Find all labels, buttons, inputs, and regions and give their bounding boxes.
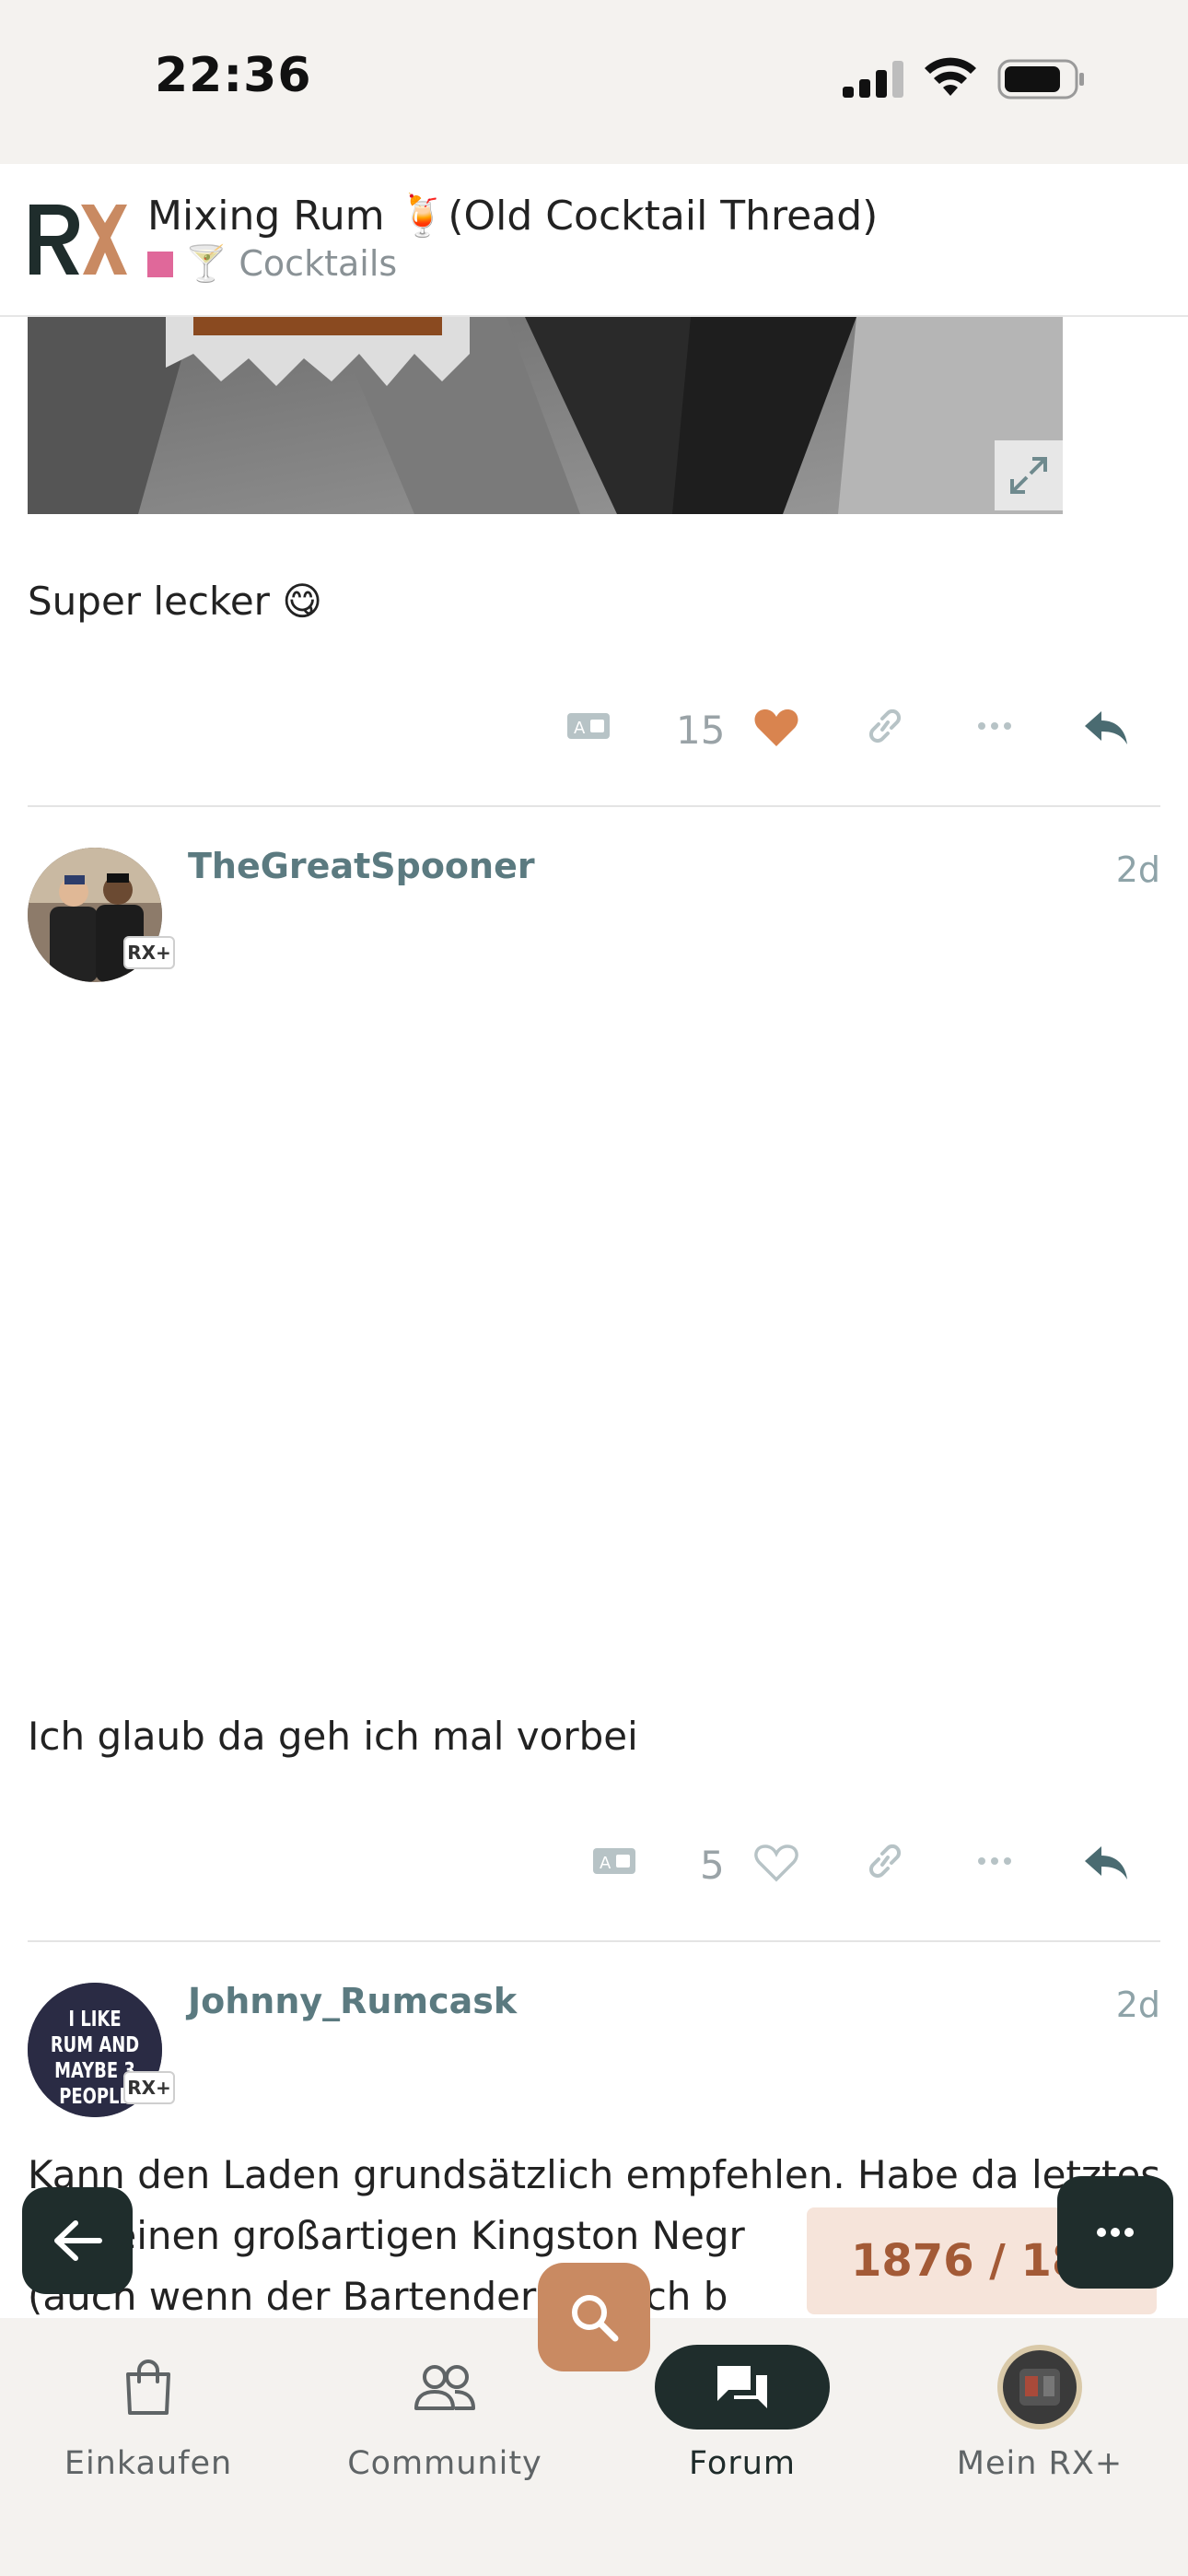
tab-mein-rx[interactable]: Mein RX+ [891, 2318, 1188, 2502]
rx-plus-badge: RX+ [123, 2071, 175, 2104]
expand-image-button[interactable] [995, 440, 1063, 510]
username[interactable]: Johnny_Rumcask [188, 1981, 517, 2021]
topic-category[interactable]: 🍸 Cocktails [147, 243, 397, 285]
tab-einkaufen[interactable]: Einkaufen [0, 2318, 297, 2502]
wifi-icon [925, 57, 976, 96]
heart-outline-icon [754, 1844, 798, 1882]
post-actions: A 5 [0, 1826, 1188, 1900]
reply-icon [1085, 1846, 1127, 1879]
profile-avatar-icon [997, 2345, 1082, 2430]
like-count-text: 5 [700, 1843, 725, 1888]
post-actions: A 15 [0, 691, 1188, 765]
cocktail-photo [28, 317, 1063, 514]
translate-button[interactable]: A [565, 708, 611, 744]
link-icon [868, 708, 902, 744]
search-button[interactable] [538, 2263, 650, 2371]
active-tab-pill [655, 2345, 830, 2430]
share-link-button[interactable] [864, 708, 906, 744]
post-divider [28, 1940, 1160, 1942]
status-time: 22:36 [155, 48, 312, 103]
category-label: 🍸 Cocktails [184, 243, 398, 284]
tab-label: Community [347, 2445, 542, 2482]
more-actions-button[interactable] [974, 1843, 1015, 1879]
topic-header[interactable]: Mixing Rum 🍹(Old Cocktail Thread) 🍸 Cock… [0, 164, 1188, 317]
like-count[interactable]: 5 [700, 1843, 725, 1888]
translate-icon: A [567, 713, 610, 739]
reply-icon [1085, 711, 1127, 744]
share-link-button[interactable] [864, 1843, 906, 1879]
translate-icon: A [593, 1848, 635, 1874]
heart-filled-icon [754, 709, 798, 746]
post-divider [28, 805, 1160, 807]
ellipsis-icon [1097, 2228, 1134, 2237]
link-icon [868, 1844, 902, 1879]
expand-icon [1010, 457, 1047, 494]
shopping-bag-icon [126, 2359, 170, 2415]
rx-plus-badge: RX+ [123, 936, 175, 969]
ellipsis-icon [978, 722, 1011, 730]
post-date[interactable]: 2d [1116, 849, 1160, 890]
tab-label: Forum [689, 2445, 796, 2482]
topic-title[interactable]: Mixing Rum 🍹(Old Cocktail Thread) [147, 192, 878, 240]
svg-text:A: A [600, 1854, 611, 1873]
reply-button[interactable] [1083, 1843, 1129, 1881]
back-button[interactable] [22, 2187, 133, 2294]
post-text: Super lecker 😋 [28, 579, 323, 624]
category-color-square [147, 251, 173, 277]
like-button[interactable] [753, 708, 799, 748]
battery-icon [997, 59, 1084, 100]
people-icon [414, 2365, 475, 2410]
username[interactable]: TheGreatSpooner [188, 846, 535, 886]
reply-button[interactable] [1083, 708, 1129, 746]
more-actions-button[interactable] [974, 708, 1015, 744]
post-text: Ich glaub da geh ich mal vorbei [28, 1714, 638, 1759]
like-count-text: 15 [676, 708, 726, 753]
chat-bubbles-icon [717, 2366, 767, 2408]
search-icon [572, 2295, 619, 2342]
status-bar: 22:36 [0, 0, 1188, 164]
post-image[interactable] [28, 317, 1063, 514]
like-count[interactable]: 15 [676, 708, 725, 753]
more-options-button[interactable] [1057, 2176, 1173, 2289]
post-text-line: Kann den Laden grundsätzlich empfehlen. … [28, 2152, 1161, 2197]
post-date[interactable]: 2d [1116, 1985, 1160, 2025]
arrow-left-icon [54, 2220, 102, 2261]
ellipsis-icon [978, 1857, 1011, 1865]
tab-label: Mein RX+ [956, 2445, 1124, 2482]
rx-logo[interactable] [26, 201, 129, 278]
tab-label: Einkaufen [64, 2445, 233, 2482]
cellular-signal-icon [843, 61, 903, 98]
translate-button[interactable]: A [591, 1843, 637, 1879]
svg-text:A: A [574, 719, 586, 738]
like-button[interactable] [753, 1843, 799, 1883]
